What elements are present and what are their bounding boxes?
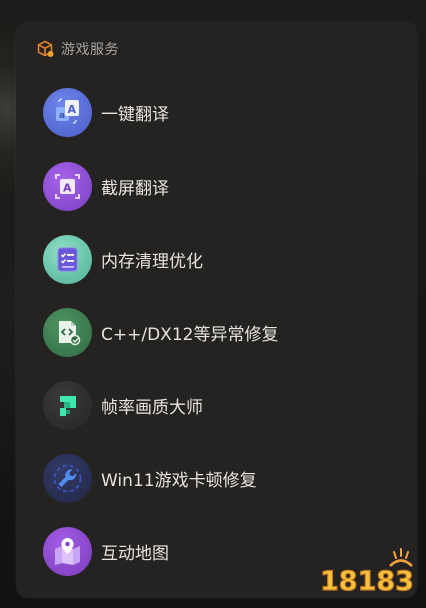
translate-icon: a A xyxy=(43,87,92,137)
menu-item-label: Win11游戏卡顿修复 xyxy=(101,470,257,491)
menu-item-label: 互动地图 xyxy=(101,543,169,564)
menu-item-cpp-dx12-repair[interactable]: C++/DX12等异常修复 xyxy=(16,302,417,362)
watermark-text: 18183 xyxy=(320,566,414,597)
menu-item-frame-rate-master[interactable]: 帧率画质大师 xyxy=(16,375,417,435)
frame-rate-icon xyxy=(43,380,92,430)
memory-clean-icon xyxy=(43,234,92,284)
screenshot-translate-icon: A xyxy=(43,161,92,211)
svg-text:a: a xyxy=(59,111,65,121)
menu-item-label: 内存清理优化 xyxy=(101,251,203,272)
menu-item-label: 帧率画质大师 xyxy=(101,397,203,418)
menu-item-win11-stutter-repair[interactable]: Win11游戏卡顿修复 xyxy=(16,448,417,508)
menu-item-label: C++/DX12等异常修复 xyxy=(101,324,279,345)
wrench-icon xyxy=(43,453,92,503)
panel-header: 游戏服务 xyxy=(36,39,119,59)
svg-text:A: A xyxy=(63,181,72,194)
menu-item-memory-clean[interactable]: 内存清理优化 xyxy=(16,229,417,289)
watermark-logo: 18183 xyxy=(319,546,418,604)
code-repair-icon xyxy=(43,307,92,357)
map-pin-icon xyxy=(43,526,92,576)
menu-item-label: 一键翻译 xyxy=(101,104,169,125)
menu-item-screenshot-translate[interactable]: A 截屏翻译 xyxy=(16,156,417,216)
package-box-icon xyxy=(36,40,54,58)
game-services-panel: 游戏服务 a A 一键翻译 A 截屏翻译 内存清理优化 C++/DX12等异常修… xyxy=(16,22,417,598)
svg-text:A: A xyxy=(68,103,77,116)
menu-item-label: 截屏翻译 xyxy=(101,178,169,199)
panel-title: 游戏服务 xyxy=(61,42,119,58)
menu-item-one-click-translate[interactable]: a A 一键翻译 xyxy=(16,82,417,142)
